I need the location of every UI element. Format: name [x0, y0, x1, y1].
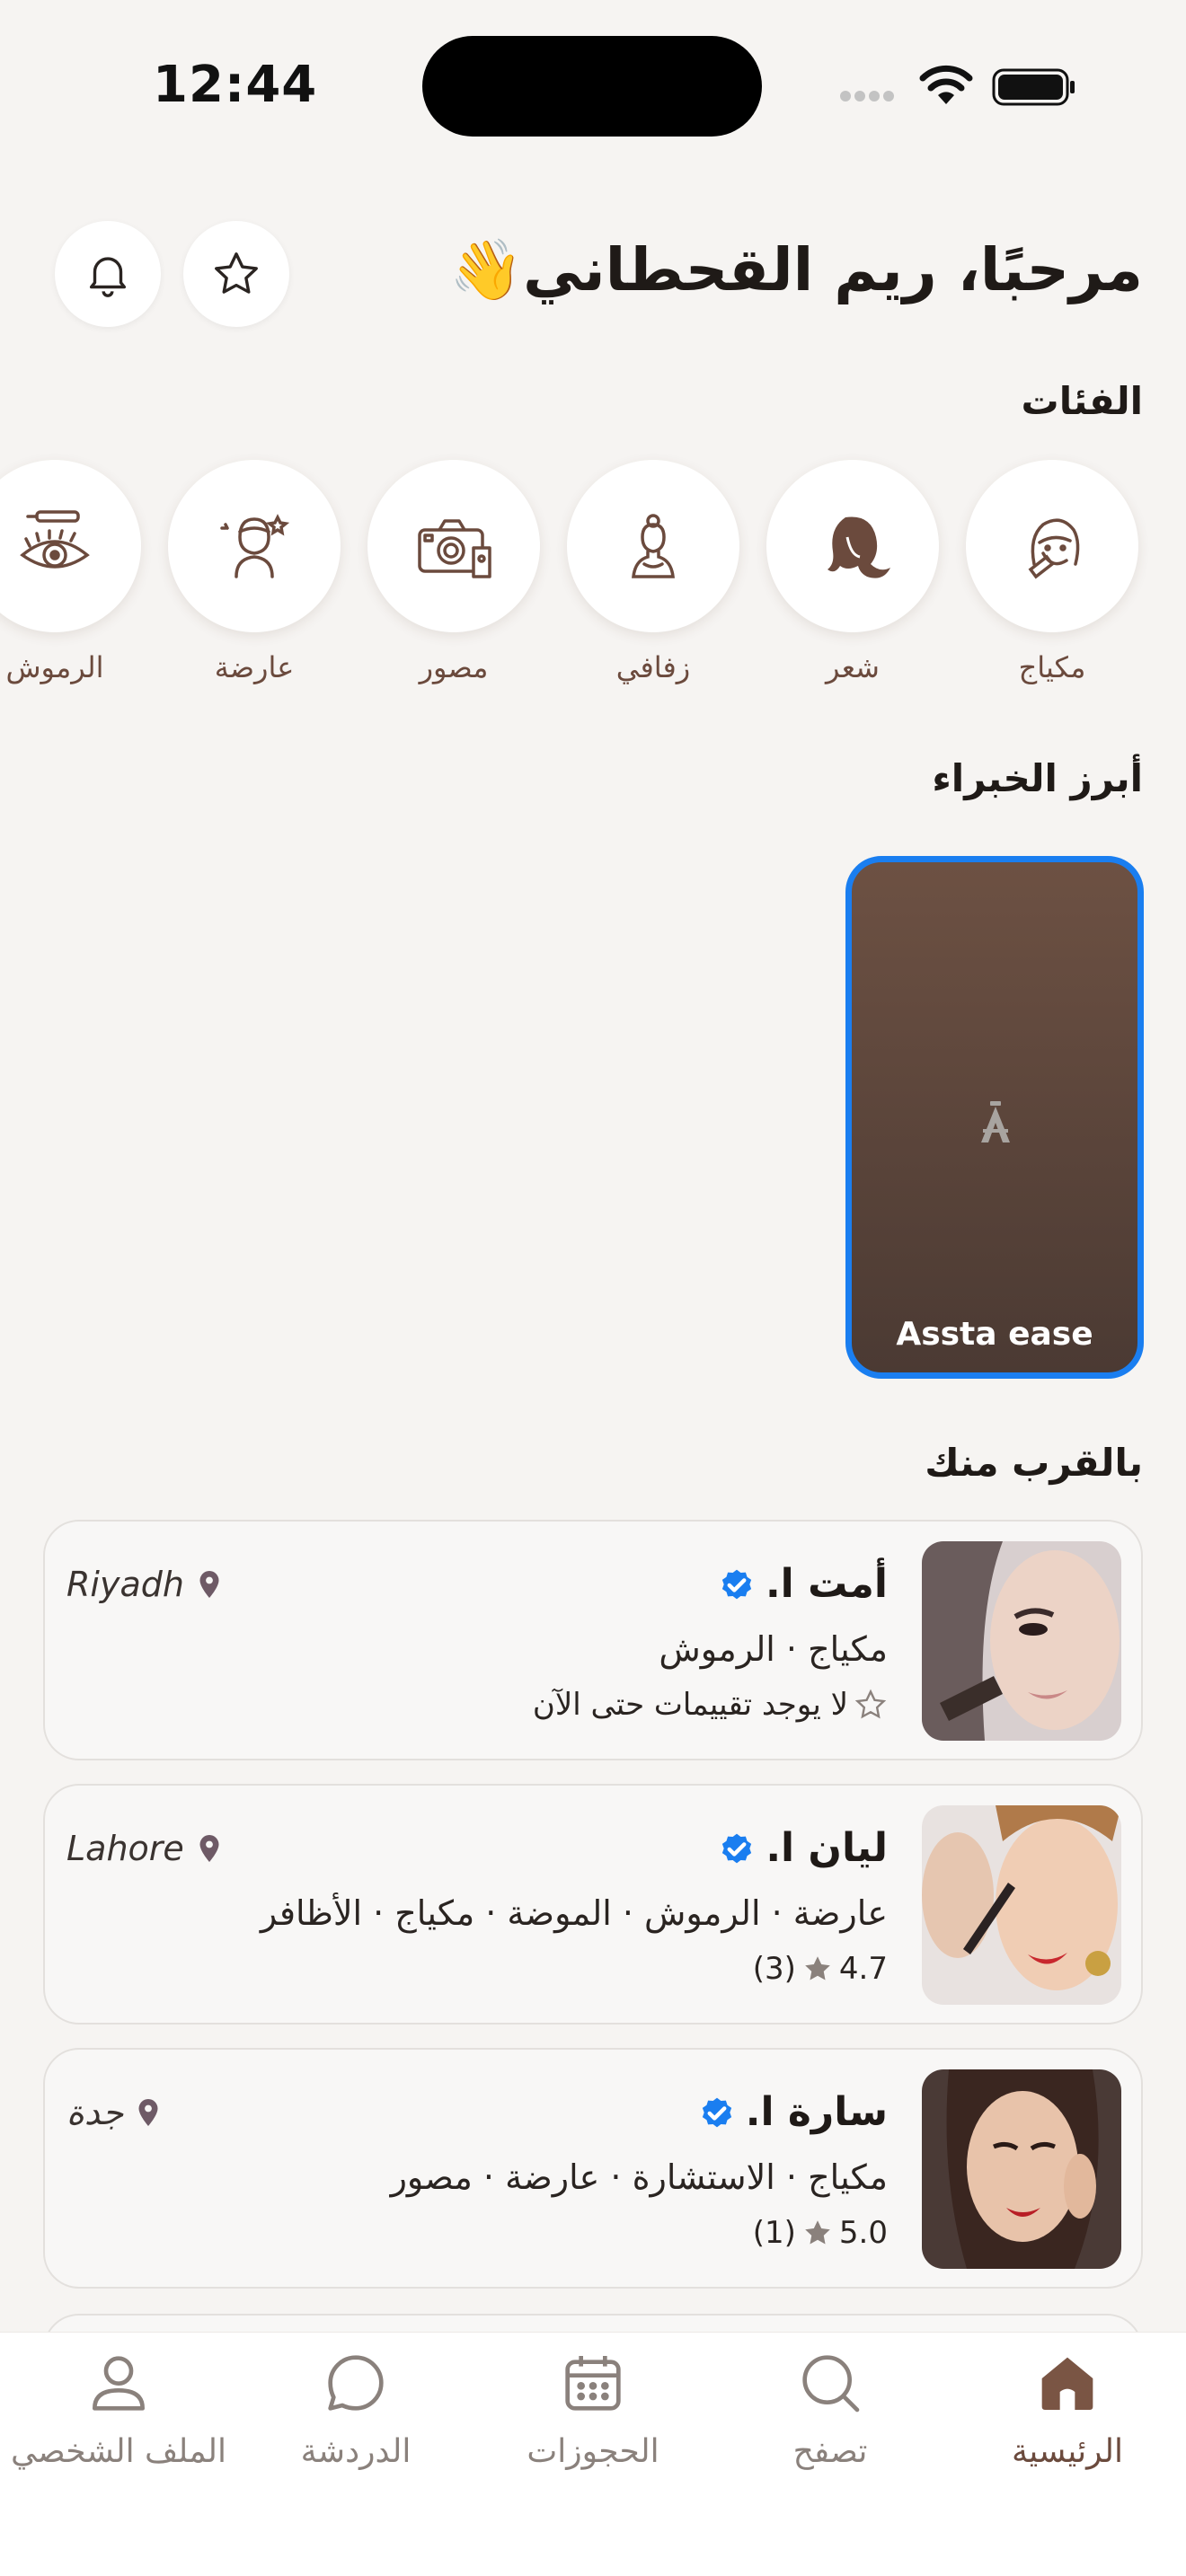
notifications-button[interactable] [55, 221, 161, 327]
home-icon [1041, 2357, 1093, 2410]
nearby-card[interactable]: سارة ا. مكياج · الاستشارة · عارضة · مصور… [43, 2048, 1143, 2289]
category-label: مصور [419, 650, 489, 684]
wifi-icon [919, 65, 973, 104]
rating-text: لا يوجد تقييمات حتى الآن [532, 1687, 848, 1723]
verified-badge-icon [702, 2097, 731, 2127]
expert-name: أمت ا. [765, 1561, 888, 1607]
category-label: شعر [826, 650, 880, 684]
nearby-title: بالقرب منك [925, 1441, 1143, 1485]
category-makeup[interactable]: مكياج [966, 460, 1138, 684]
bottom-navigation: الرئيسية تصفح الحجوزات الدردشة الملف الش… [0, 2332, 1186, 2576]
nav-label: تصفح [792, 2433, 868, 2470]
nav-label: الحجوزات [527, 2433, 659, 2470]
star-filled-icon [805, 1956, 830, 1981]
verified-badge-icon [721, 1569, 752, 1599]
city-name: جدة [66, 2093, 124, 2132]
star-outline-icon [854, 1689, 887, 1719]
greeting-title: مرحبًا، ريم القحطاني👋 [448, 235, 1143, 304]
nearby-card[interactable]: ليان ا. عارضة · الرموش · الموضة · مكياج … [43, 1784, 1143, 2025]
hair-icon [828, 516, 890, 578]
category-photographer[interactable]: مصور [367, 460, 540, 684]
review-count: (1) [752, 2215, 796, 2251]
location-pin-icon [138, 2099, 158, 2126]
category-hair[interactable]: شعر [766, 460, 939, 684]
category-model[interactable]: عارضة [168, 460, 341, 684]
featured-expert-card[interactable]: Assta ease [845, 856, 1144, 1379]
review-count: (3) [752, 1951, 796, 1987]
lashes-icon [20, 510, 90, 569]
categories-title: الفئات [1021, 379, 1143, 423]
featured-title: أبرز الخبراء [932, 756, 1143, 800]
star-icon [215, 252, 258, 294]
category-label: زفافي [615, 650, 691, 684]
brand-logo-icon [981, 1101, 1010, 1142]
nav-label: الرئيسية [1012, 2433, 1123, 2470]
calendar-icon [565, 2356, 621, 2411]
category-label: عارضة [214, 650, 295, 684]
nav-home[interactable]: الرئيسية [949, 2333, 1186, 2512]
featured-expert-name: Assta ease [896, 1316, 1093, 1353]
verified-badge-icon [722, 1833, 752, 1863]
nav-label: الملف الشخصي [11, 2433, 226, 2470]
makeup-icon [1028, 518, 1080, 579]
city-name: Riyadh [66, 1565, 184, 1604]
signal-dots-icon [840, 88, 903, 101]
city-name: Lahore [66, 1829, 184, 1868]
nav-profile[interactable]: الملف الشخصي [0, 2333, 237, 2512]
expert-categories: مكياج · الرموش [659, 1629, 888, 1669]
nav-chat[interactable]: الدردشة [237, 2333, 474, 2512]
bridal-icon [632, 514, 675, 578]
camera-icon [418, 519, 491, 578]
rating-value: 5.0 [838, 2215, 888, 2251]
rating-value: 4.7 [838, 1951, 888, 1987]
bell-icon [89, 257, 127, 297]
expert-name: سارة ا. [745, 2089, 888, 2135]
expert-photo [922, 1541, 1121, 1741]
dynamic-island [422, 36, 762, 137]
status-time: 12:44 [153, 56, 318, 114]
category-label: الرموش [5, 650, 104, 684]
battery-icon [992, 68, 1075, 106]
chat-icon [328, 2355, 384, 2411]
expert-categories: عارضة · الرموش · الموضة · مكياج · الأظاف… [260, 1893, 888, 1933]
favorites-button[interactable] [183, 221, 289, 327]
model-icon [220, 514, 290, 578]
nav-bookings[interactable]: الحجوزات [474, 2333, 712, 2512]
expert-categories: مكياج · الاستشارة · عارضة · مصور [390, 2157, 888, 2197]
expert-photo [922, 2069, 1121, 2269]
expert-name: ليان ا. [766, 1825, 888, 1871]
nav-label: الدردشة [300, 2433, 412, 2470]
profile-icon [93, 2356, 146, 2411]
category-label: مكياج [1018, 650, 1086, 684]
location-pin-icon [199, 1571, 219, 1598]
category-lashes[interactable]: الرموش [0, 460, 141, 684]
expert-photo [922, 1805, 1121, 2005]
search-icon [802, 2355, 860, 2413]
nearby-card[interactable]: أمت ا. مكياج · الرموش لا يوجد تقييمات حت… [43, 1520, 1143, 1760]
nav-browse[interactable]: تصفح [712, 2333, 949, 2512]
location-pin-icon [199, 1835, 219, 1862]
star-filled-icon [805, 2220, 830, 2245]
category-bridal[interactable]: زفافي [567, 460, 739, 684]
